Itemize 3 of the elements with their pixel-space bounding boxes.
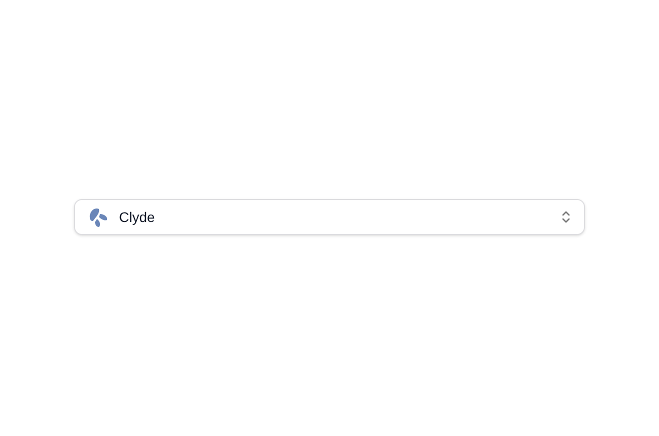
- user-select[interactable]: Clyde: [74, 199, 585, 235]
- selected-value: Clyde: [119, 208, 156, 227]
- chevron-up-down-icon: [560, 210, 572, 224]
